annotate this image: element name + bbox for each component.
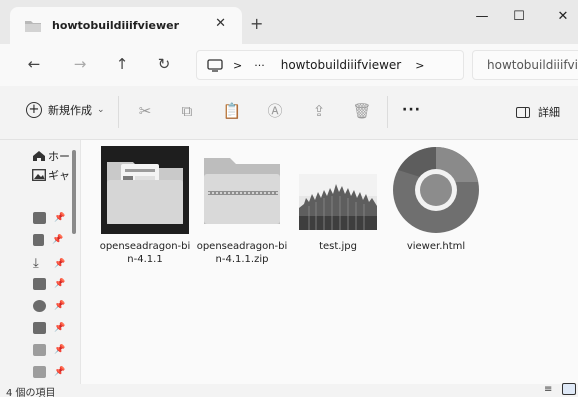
search-input[interactable]: howtobuildiiifviewer	[472, 50, 578, 80]
pin-icon: 📌	[54, 301, 66, 311]
pin-icon: 📌	[54, 345, 66, 355]
music-icon	[33, 300, 46, 312]
folder-icon	[33, 366, 46, 378]
file-name: openseadragon-bin-4.1.1.zip	[196, 241, 288, 265]
breadcrumb-trailing-separator[interactable]: >	[415, 59, 424, 72]
home-icon	[33, 151, 45, 161]
file-item-zip[interactable]: openseadragon-bin-4.1.1.zip	[196, 146, 288, 266]
delete-icon[interactable]: 🗑	[352, 101, 372, 121]
new-button[interactable]: + 新規作成 ⌄	[26, 102, 105, 118]
paste-icon[interactable]: 📋	[222, 101, 242, 121]
maximize-button[interactable]: ☐	[504, 9, 534, 24]
minimize-button[interactable]: —	[467, 9, 497, 24]
breadcrumb-separator[interactable]: >	[233, 59, 242, 72]
pin-icon: 📌	[54, 213, 66, 223]
gallery-icon	[32, 169, 46, 181]
computer-icon	[207, 58, 223, 72]
pin-icon: 📌	[54, 258, 66, 269]
chevron-down-icon: ⌄	[97, 105, 105, 115]
close-window-button[interactable]: ✕	[548, 9, 578, 24]
rename-icon[interactable]: Ⓐ	[265, 101, 285, 121]
breadcrumb-folder[interactable]: howtobuildiiifviewer	[281, 58, 402, 72]
pin-icon: 📌	[54, 279, 66, 289]
forward-button[interactable]: →	[68, 55, 92, 73]
thumbnail	[101, 146, 189, 234]
sidebar-item-pictures[interactable]: 📌	[33, 278, 65, 290]
sidebar-item-downloads[interactable]: ⤓ 📌	[33, 256, 65, 271]
breadcrumb-overflow[interactable]: ···	[254, 59, 265, 72]
new-label: 新規作成	[48, 104, 92, 117]
toolbar-divider	[118, 96, 119, 128]
videos-icon	[33, 322, 46, 334]
tab-close-button[interactable]: ✕	[215, 16, 226, 31]
thumbnail	[392, 146, 480, 234]
up-button[interactable]: ↑	[110, 55, 134, 73]
share-icon[interactable]: ⇪	[309, 101, 329, 121]
sidebar-item-folder[interactable]: 📌	[33, 344, 65, 356]
folder-icon	[107, 162, 183, 224]
file-name: openseadragon-bin-4.1.1	[99, 241, 191, 265]
thumbnail	[294, 146, 382, 234]
folder-icon	[25, 20, 41, 32]
refresh-button[interactable]: ↻	[152, 55, 176, 73]
tab-title: howtobuildiiifviewer	[52, 19, 180, 32]
sidebar-item-documents[interactable]: 📌	[33, 234, 63, 246]
status-bar	[0, 384, 578, 397]
folder-icon	[33, 344, 46, 356]
sidebar-item-music[interactable]: 📌	[33, 300, 65, 312]
details-pane-icon	[516, 106, 530, 118]
sidebar-item-folder[interactable]: 📌	[33, 366, 65, 378]
more-options-button[interactable]: ···	[402, 102, 421, 118]
toolbar-divider	[387, 96, 388, 128]
file-name: test.jpg	[319, 241, 357, 252]
item-count: 4 個の項目	[6, 388, 56, 397]
tab-howtobuildiiifviewer[interactable]: howtobuildiiifviewer ✕	[10, 7, 242, 44]
details-view-icon[interactable]: ≡	[544, 385, 555, 395]
sidebar-item-label: ギャ	[48, 169, 70, 182]
details-label: 詳細	[538, 106, 560, 119]
pin-icon: 📌	[54, 367, 66, 377]
details-button[interactable]: 詳細	[516, 104, 560, 120]
file-item-folder[interactable]: openseadragon-bin-4.1.1	[99, 146, 191, 266]
thumbnail	[198, 146, 286, 234]
zip-folder-icon	[204, 158, 280, 224]
chrome-icon	[393, 147, 479, 233]
pictures-icon	[33, 278, 46, 290]
sidebar-item-home[interactable]: ホー	[32, 148, 70, 164]
cut-icon[interactable]: ✂	[135, 101, 155, 121]
sidebar-item-label: ホー	[48, 150, 70, 163]
file-name: viewer.html	[406, 241, 466, 252]
sidebar-scrollbar[interactable]	[72, 150, 76, 234]
sidebar-item-desktop[interactable]: 📌	[33, 212, 65, 224]
large-icons-view-icon[interactable]	[562, 383, 576, 395]
file-item-html[interactable]: viewer.html	[390, 146, 482, 253]
plus-icon: +	[26, 102, 42, 118]
file-item-image[interactable]: test.jpg	[292, 146, 384, 253]
address-bar[interactable]: > ··· howtobuildiiifviewer >	[196, 50, 464, 80]
sidebar-item-videos[interactable]: 📌	[33, 322, 65, 334]
back-button[interactable]: ←	[22, 55, 46, 73]
documents-icon	[33, 234, 44, 246]
image-thumbnail	[299, 174, 377, 230]
pin-icon: 📌	[52, 235, 64, 245]
downloads-icon: ⤓	[33, 256, 39, 271]
new-tab-button[interactable]: +	[250, 14, 263, 33]
sidebar-item-gallery[interactable]: ギャ	[32, 167, 70, 183]
copy-icon[interactable]: ⧉	[177, 101, 197, 121]
desktop-icon	[33, 212, 46, 224]
pin-icon: 📌	[54, 323, 66, 333]
